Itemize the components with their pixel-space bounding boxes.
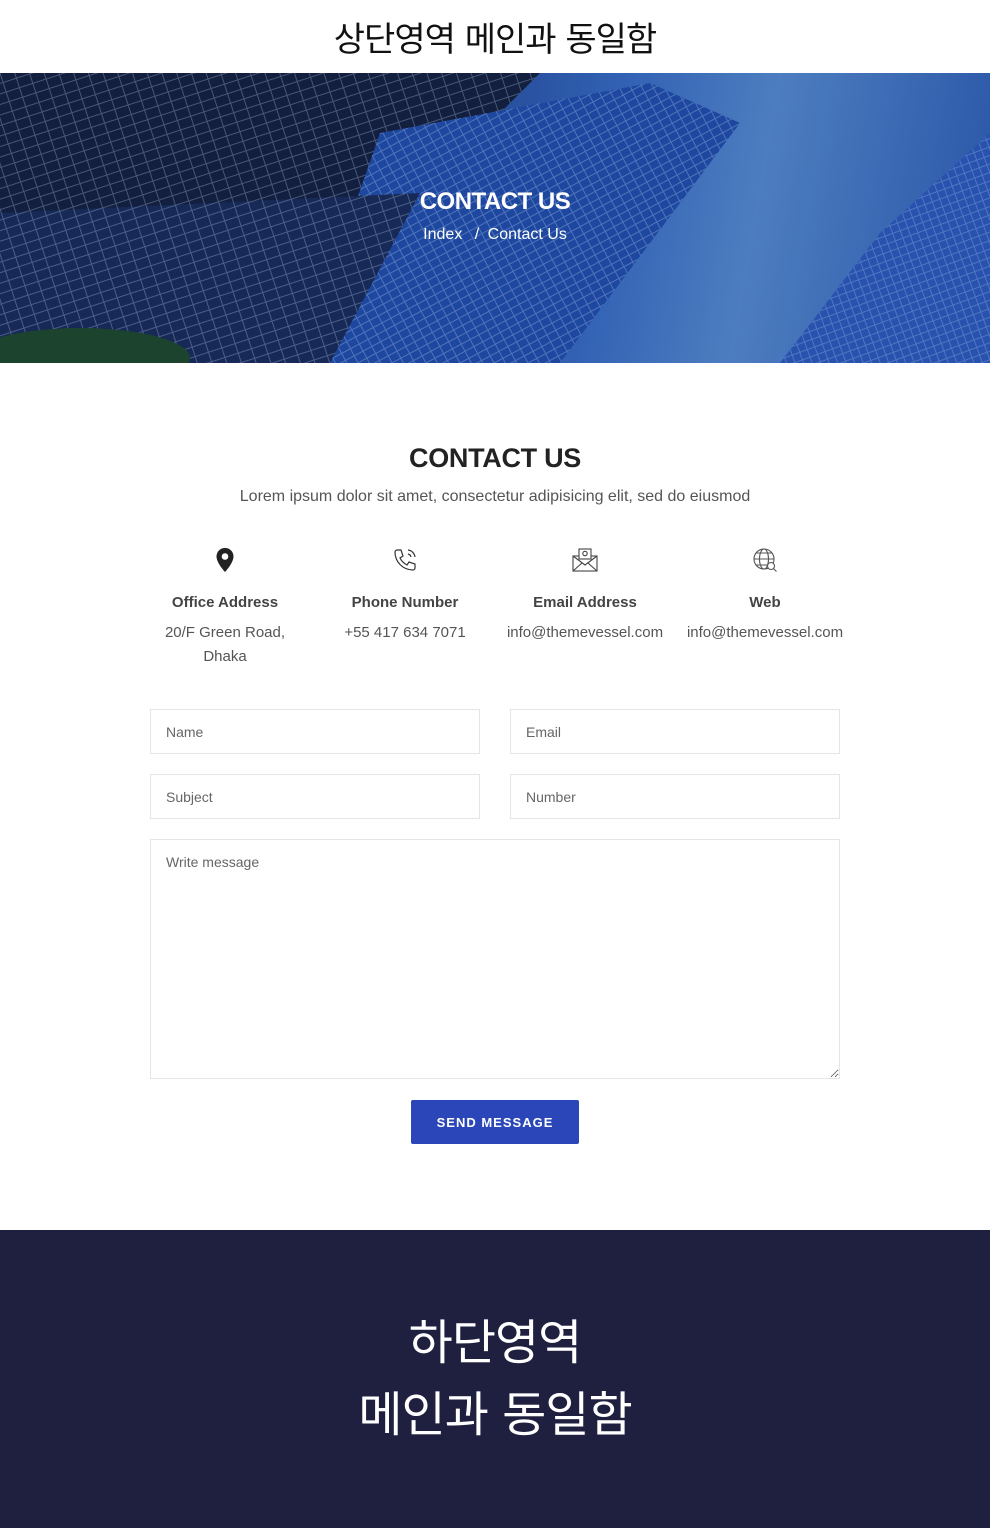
- contact-info-office: Office Address 20/F Green Road, Dhaka: [135, 544, 315, 669]
- globe-icon: [675, 544, 855, 576]
- office-address-value: 20/F Green Road, Dhaka: [135, 621, 315, 669]
- location-pin-icon: [135, 544, 315, 576]
- footer-line2: 메인과 동일함: [358, 1387, 632, 1443]
- number-input[interactable]: [510, 774, 840, 819]
- contact-section: CONTACT US Lorem ipsum dolor sit amet, c…: [0, 363, 990, 1144]
- email-address-label: Email Address: [533, 594, 637, 611]
- office-address-line1: 20/F Green Road,: [164, 624, 286, 641]
- phone-icon: [315, 544, 495, 576]
- contact-section-title: CONTACT US: [409, 443, 581, 473]
- contact-info-row: Office Address 20/F Green Road, Dhaka Ph…: [0, 544, 990, 669]
- contact-info-phone: Phone Number +55 417 634 7071: [315, 544, 495, 669]
- contact-form: SEND MESSAGE: [150, 709, 840, 1144]
- office-address-line2: Dhaka: [203, 648, 247, 665]
- contact-info-web: Web info@themevessel.com: [675, 544, 855, 669]
- breadcrumb-separator: /: [474, 226, 480, 243]
- phone-number-line1[interactable]: +55 417 634 7071: [315, 621, 495, 645]
- send-message-button[interactable]: SEND MESSAGE: [411, 1100, 579, 1144]
- web-label: Web: [749, 594, 781, 611]
- message-textarea[interactable]: [150, 839, 840, 1079]
- breadcrumb: Index / Contact Us: [0, 226, 990, 244]
- hero-title: CONTACT US: [419, 188, 571, 215]
- subject-input[interactable]: [150, 774, 480, 819]
- web-line1[interactable]: info@themevessel.com: [675, 621, 855, 645]
- top-header-placeholder: 상단영역 메인과 동일함: [0, 0, 990, 73]
- footer-line1: 하단영역: [408, 1315, 583, 1371]
- footer-placeholder: 하단영역 메인과 동일함: [0, 1230, 990, 1528]
- envelope-icon: [495, 544, 675, 576]
- web-value[interactable]: info@themevessel.com: [675, 621, 855, 645]
- phone-number-value[interactable]: +55 417 634 7071: [315, 621, 495, 645]
- phone-number-label: Phone Number: [351, 594, 459, 611]
- header-placeholder-text: 상단영역 메인과 동일함: [333, 20, 657, 60]
- hero-banner: CONTACT US Index / Contact Us: [0, 73, 990, 363]
- breadcrumb-home-link[interactable]: Index: [423, 226, 462, 243]
- name-input[interactable]: [150, 709, 480, 754]
- email-address-value[interactable]: info@themevessel.com: [495, 621, 675, 645]
- contact-info-email: Email Address info@themevessel.com: [495, 544, 675, 669]
- office-address-label: Office Address: [171, 594, 279, 611]
- email-input[interactable]: [510, 709, 840, 754]
- breadcrumb-current: Contact Us: [487, 226, 567, 243]
- contact-section-subtitle: Lorem ipsum dolor sit amet, consectetur …: [239, 488, 751, 505]
- email-address-line1[interactable]: info@themevessel.com: [495, 621, 675, 645]
